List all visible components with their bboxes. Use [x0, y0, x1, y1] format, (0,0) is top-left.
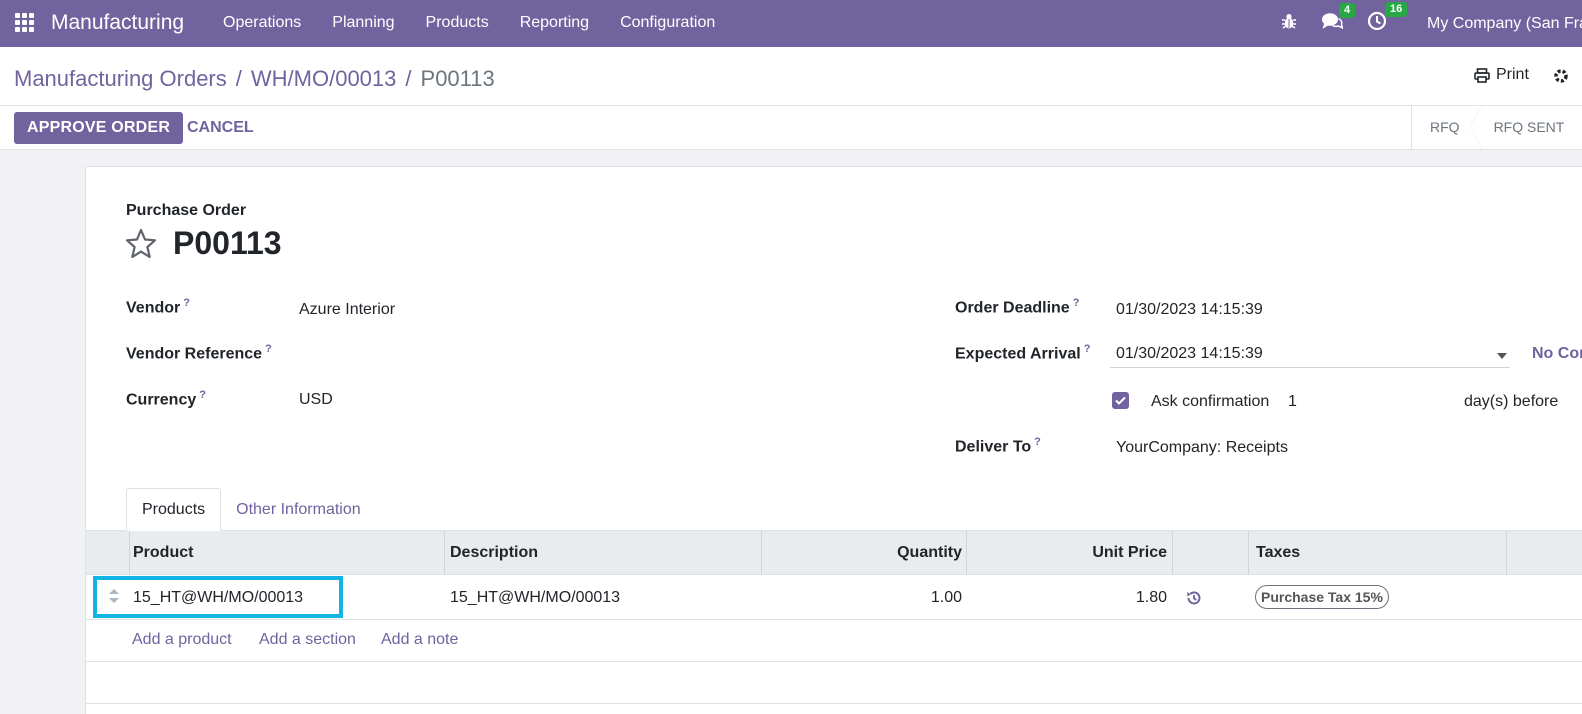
print-button[interactable]: Print [1474, 66, 1529, 84]
vendor-label-text: Vendor [126, 299, 181, 317]
order-deadline-label: Order Deadline? [955, 297, 1079, 317]
currency-field[interactable]: USD [299, 391, 333, 409]
checkmark-icon [1115, 396, 1126, 405]
vendor-reference-field[interactable] [299, 347, 859, 367]
form-sheet: Purchase Order P00113 Vendor? Azure Inte… [85, 166, 1582, 714]
help-icon[interactable]: ? [1073, 297, 1080, 309]
apps-menu-icon[interactable] [15, 13, 34, 32]
expected-arrival-label: Expected Arrival? [955, 343, 1090, 363]
order-deadline-label-text: Order Deadline [955, 299, 1070, 317]
help-icon[interactable]: ? [183, 297, 190, 309]
document-type-label: Purchase Order [126, 202, 247, 219]
help-icon[interactable]: ? [1084, 343, 1091, 355]
debug-bug-icon[interactable] [1281, 13, 1297, 35]
column-separator [1506, 531, 1507, 575]
menu-planning[interactable]: Planning [332, 14, 394, 32]
table-row[interactable]: 15_HT@WH/MO/00013 15_HT@WH/MO/00013 1.00… [86, 575, 1582, 620]
add-section-link[interactable]: Add a section [259, 631, 356, 649]
status-bar: RFQ RFQ SENT [1411, 105, 1580, 149]
activities-clock-icon[interactable]: 16 [1367, 2, 1408, 36]
printer-icon [1474, 67, 1490, 83]
app-name[interactable]: Manufacturing [51, 11, 184, 35]
menu-reporting[interactable]: Reporting [520, 14, 589, 32]
menu-configuration[interactable]: Configuration [620, 14, 715, 32]
company-switcher[interactable]: My Company (San Francisco) [1427, 15, 1582, 33]
deliver-to-label: Deliver To? [955, 436, 1041, 456]
breadcrumb-manufacturing-orders[interactable]: Manufacturing Orders [14, 66, 227, 92]
column-separator [966, 531, 967, 575]
vendor-reference-label-text: Vendor Reference [126, 345, 263, 363]
vendor-reference-label: Vendor Reference? [126, 343, 272, 363]
column-quantity[interactable]: Quantity [897, 531, 962, 575]
tab-other-information[interactable]: Other Information [221, 488, 376, 531]
column-separator [1172, 531, 1173, 575]
help-icon[interactable]: ? [265, 343, 272, 355]
gear-icon[interactable] [1552, 67, 1570, 90]
cancel-button[interactable]: CANCEL [187, 119, 254, 137]
ask-confirmation-days-field[interactable]: 1 [1288, 393, 1297, 411]
breadcrumb-mo[interactable]: WH/MO/00013 [251, 66, 397, 92]
messages-count-badge: 4 [1339, 3, 1356, 18]
notebook-tabs: Products Other Information [126, 488, 376, 531]
deliver-to-field[interactable]: YourCompany: Receipts [1116, 439, 1288, 457]
vendor-label: Vendor? [126, 297, 190, 317]
tax-tag[interactable]: Purchase Tax 15% [1255, 585, 1389, 609]
column-separator [129, 531, 130, 575]
menu-products[interactable]: Products [426, 14, 489, 32]
row-quantity[interactable]: 1.00 [931, 575, 962, 620]
add-product-link[interactable]: Add a product [132, 631, 232, 649]
currency-label-text: Currency [126, 391, 197, 409]
column-separator [444, 531, 445, 575]
control-panel: Manufacturing Orders / WH/MO/00013 / P00… [0, 47, 1582, 150]
status-rfq[interactable]: RFQ [1412, 105, 1476, 149]
approve-order-button[interactable]: APPROVE ORDER [14, 112, 184, 144]
control-panel-divider [0, 105, 1582, 106]
table-bottom-divider [86, 703, 1582, 704]
currency-label: Currency? [126, 389, 206, 409]
order-lines-header: Product Description Quantity Unit Price … [86, 531, 1582, 575]
highlight-box [93, 576, 343, 618]
column-unit-price[interactable]: Unit Price [1092, 531, 1167, 575]
document-name: P00113 [173, 225, 282, 261]
breadcrumb-current: P00113 [420, 66, 495, 91]
row-description[interactable]: 15_HT@WH/MO/00013 [450, 575, 620, 620]
ask-confirmation-label: Ask confirmation [1151, 393, 1270, 410]
ask-confirmation-checkbox[interactable] [1112, 392, 1129, 409]
main-menu: Operations Planning Products Reporting C… [223, 14, 746, 32]
deliver-to-label-text: Deliver To [955, 438, 1032, 456]
tab-products[interactable]: Products [126, 488, 222, 531]
print-label: Print [1496, 66, 1529, 83]
row-unit-price[interactable]: 1.80 [1136, 575, 1167, 620]
breadcrumb-separator: / [235, 66, 242, 91]
systray: 4 16 My Company (San Francisco) [1281, 0, 1582, 47]
order-deadline-field[interactable]: 01/30/2023 14:15:39 [1116, 301, 1263, 319]
activities-count-badge: 16 [1385, 2, 1408, 17]
column-separator [761, 531, 762, 575]
help-icon[interactable]: ? [1034, 436, 1041, 448]
chevron-down-icon[interactable] [1497, 353, 1507, 359]
expected-arrival-underline [1110, 367, 1510, 368]
top-navbar: Manufacturing Operations Planning Produc… [0, 0, 1582, 47]
ask-confirmation-suffix: day(s) before [1464, 393, 1559, 410]
column-description[interactable]: Description [450, 531, 538, 575]
expected-arrival-field[interactable]: 01/30/2023 14:15:39 [1116, 345, 1263, 363]
breadcrumb-separator: / [405, 66, 412, 91]
breadcrumb: Manufacturing Orders / WH/MO/00013 / P00… [14, 66, 495, 92]
add-line-row: Add a product Add a section Add a note [86, 620, 1582, 662]
expected-arrival-label-text: Expected Arrival [955, 345, 1081, 363]
star-icon[interactable] [125, 228, 157, 264]
messages-icon[interactable]: 4 [1321, 3, 1356, 35]
help-icon[interactable]: ? [199, 389, 206, 401]
no-confirmation-link[interactable]: No Confirmation [1532, 345, 1582, 363]
column-product[interactable]: Product [133, 531, 193, 575]
add-note-link[interactable]: Add a note [381, 631, 458, 649]
menu-operations[interactable]: Operations [223, 14, 301, 32]
column-separator [1248, 531, 1249, 575]
price-history-icon[interactable] [1186, 575, 1202, 620]
vendor-field[interactable]: Azure Interior [299, 301, 395, 319]
status-rfq-sent[interactable]: RFQ SENT [1476, 105, 1581, 149]
column-taxes[interactable]: Taxes [1256, 531, 1300, 575]
